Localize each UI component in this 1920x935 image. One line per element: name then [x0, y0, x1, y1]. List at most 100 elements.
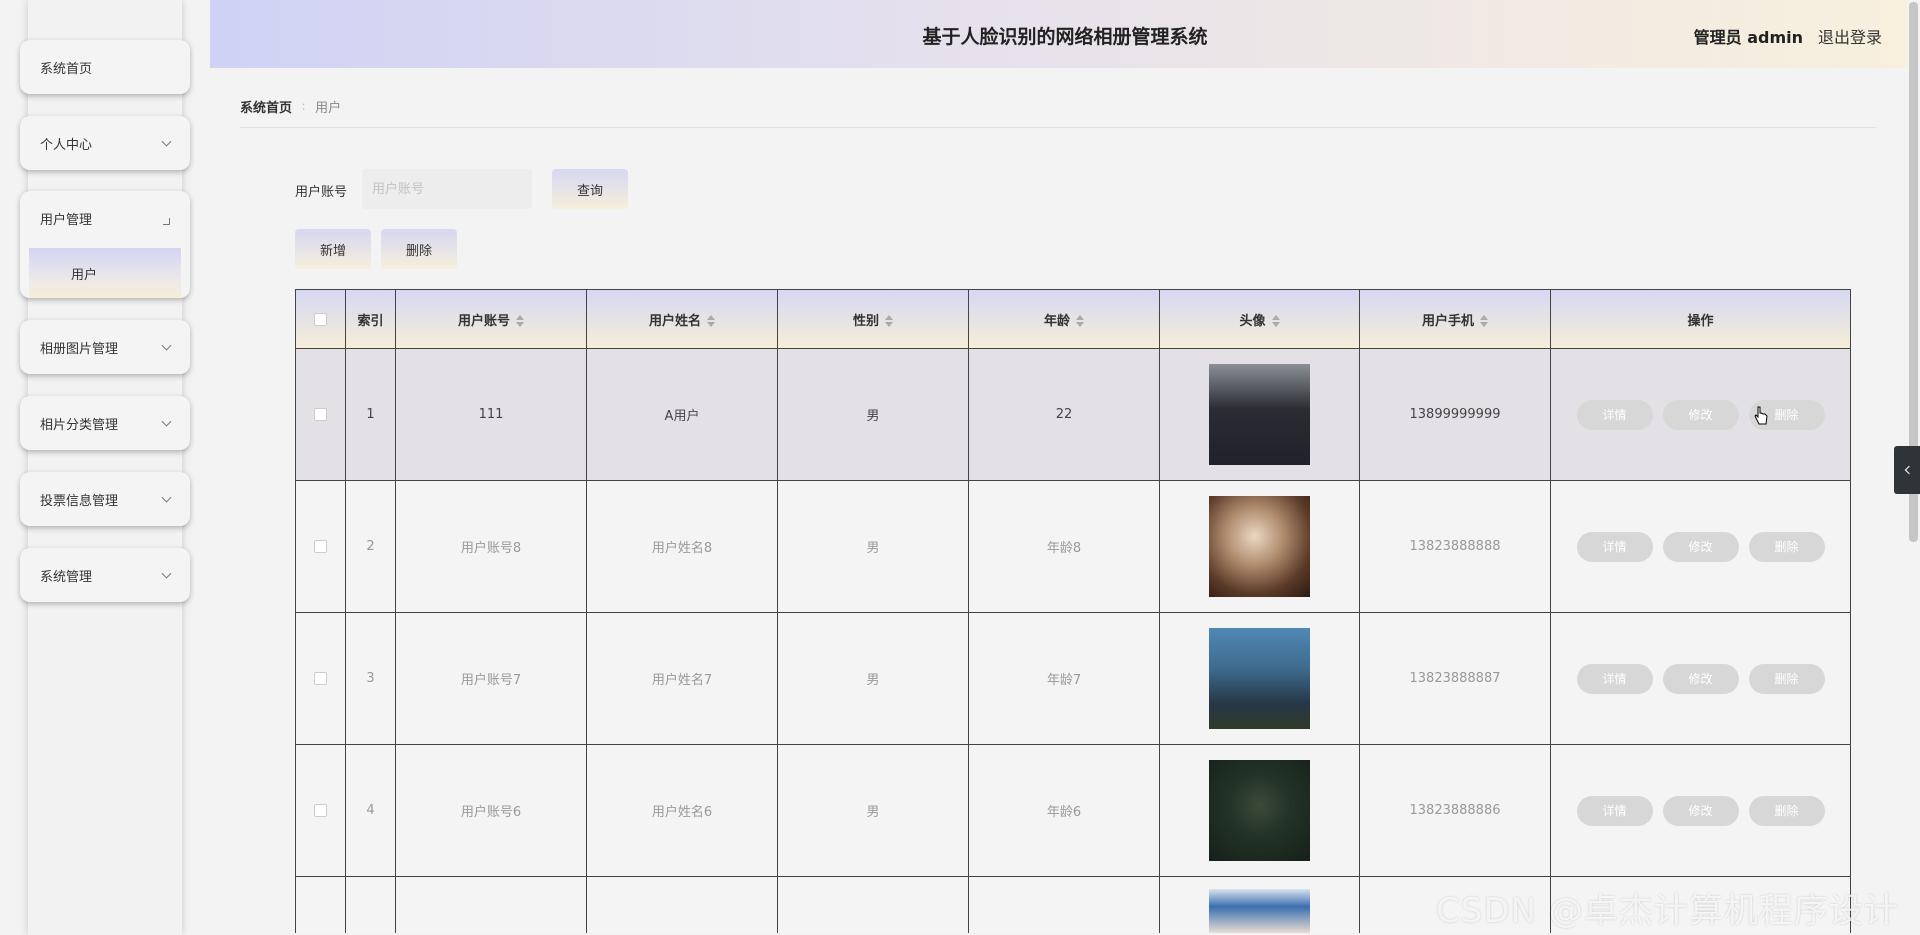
cell-actions: 详情 修改 删除 — [1550, 744, 1851, 877]
sidebar-item-label: 投票信息管理 — [40, 493, 119, 509]
user-table: 索引 用户账号 用户姓名 性别 年龄 头像 用户手机 操作 1 111 A用户 … — [295, 289, 1851, 933]
row-checkbox[interactable] — [314, 804, 327, 817]
header-label: 性别 — [852, 313, 879, 329]
header-select-all[interactable] — [295, 289, 346, 349]
edit-button[interactable]: 修改 — [1662, 795, 1739, 826]
cell-age: 年龄8 — [968, 480, 1160, 613]
watermark: CSDN @卓杰计算机程序设计 — [1436, 891, 1899, 931]
sort-icon[interactable] — [1076, 315, 1084, 327]
header-phone[interactable]: 用户手机 — [1359, 289, 1551, 349]
top-header: 基于人脸识别的网络相册管理系统 管理员 admin 退出登录 — [210, 0, 1920, 68]
breadcrumb-home[interactable]: 系统首页 — [240, 97, 292, 116]
edit-button[interactable]: 修改 — [1662, 399, 1739, 430]
cell-name: 用户姓名6 — [586, 744, 778, 877]
row-checkbox[interactable] — [314, 408, 327, 421]
header-name[interactable]: 用户姓名 — [586, 289, 778, 349]
header-gender[interactable]: 性别 — [777, 289, 969, 349]
chevron-left-icon — [1904, 465, 1913, 475]
cell-age: 年龄6 — [968, 744, 1160, 877]
avatar[interactable] — [1209, 628, 1310, 729]
chevron-down-icon — [161, 568, 172, 579]
cell-phone: 13823888886 — [1359, 744, 1551, 877]
divider — [240, 127, 1876, 128]
header-actions: 操作 — [1550, 289, 1851, 349]
avatar[interactable] — [1209, 496, 1310, 597]
cell-gender: 男 — [777, 744, 969, 877]
chevron-down-icon — [161, 340, 172, 351]
account-search-input[interactable] — [362, 169, 532, 209]
cell-avatar — [1159, 480, 1360, 613]
breadcrumb: 系统首页 ∶ 用户 — [240, 97, 342, 117]
cell-index: 2 — [345, 480, 396, 613]
edit-button[interactable]: 修改 — [1662, 531, 1739, 562]
cell-phone: 13823888887 — [1359, 612, 1551, 745]
delete-button[interactable]: 删除 — [1748, 531, 1825, 562]
header-label: 用户姓名 — [648, 313, 701, 329]
cell-avatar — [1159, 348, 1360, 481]
cell-gender: 男 — [777, 348, 969, 481]
detail-button[interactable]: 详情 — [1576, 399, 1653, 430]
sidebar-item-album-images[interactable]: 相册图片管理 — [20, 320, 190, 374]
cell-gender: 男 — [777, 480, 969, 613]
cell-actions: 详情 修改 删除 — [1550, 348, 1851, 481]
cell-name: 用户姓名7 — [586, 612, 778, 745]
cell-actions: 详情 修改 删除 — [1550, 612, 1851, 745]
delete-button[interactable]: 删除 — [1748, 795, 1825, 826]
chevron-down-icon — [161, 136, 172, 147]
search-label: 用户账号 — [295, 185, 348, 200]
page-title: 基于人脸识别的网络相册管理系统 — [922, 26, 1208, 48]
header-label: 年龄 — [1043, 313, 1070, 329]
cell-account: 111 — [395, 348, 587, 481]
header-account[interactable]: 用户账号 — [395, 289, 587, 349]
select-all-checkbox[interactable] — [314, 312, 327, 326]
sort-icon[interactable] — [707, 315, 715, 327]
cell-index: 1 — [345, 348, 396, 481]
table-row: 1 111 A用户 男 22 13899999999 详情 修改 删除 — [295, 348, 1851, 481]
logout-link[interactable]: 退出登录 — [1818, 24, 1882, 48]
header-age[interactable]: 年龄 — [968, 289, 1160, 349]
sort-icon[interactable] — [516, 315, 524, 327]
table-row: 3 用户账号7 用户姓名7 男 年龄7 13823888887 详情 修改 删除 — [295, 612, 1851, 745]
collapse-panel-button[interactable] — [1894, 446, 1920, 494]
header-avatar[interactable]: 头像 — [1159, 289, 1360, 349]
sidebar-item-label: 个人中心 — [40, 137, 93, 153]
sidebar-item-photo-category[interactable]: 相片分类管理 — [20, 396, 190, 450]
sort-icon[interactable] — [885, 315, 893, 327]
avatar[interactable] — [1209, 889, 1310, 933]
sidebar-subitem-label: 用户 — [71, 267, 98, 283]
row-checkbox[interactable] — [314, 672, 327, 685]
current-user: 管理员 admin — [1693, 28, 1803, 47]
sidebar-item-home[interactable]: 系统首页 — [20, 40, 190, 94]
add-button[interactable]: 新增 — [295, 229, 371, 269]
delete-button[interactable]: 删除 — [1748, 663, 1825, 694]
detail-button[interactable]: 详情 — [1576, 663, 1653, 694]
sidebar-item-user-management[interactable]: 用户管理 用户 — [20, 191, 190, 298]
header-index: 索引 — [345, 289, 396, 349]
query-button[interactable]: 查询 — [552, 169, 628, 209]
sidebar-item-label: 相片分类管理 — [40, 417, 119, 433]
sort-icon[interactable] — [1480, 315, 1488, 327]
avatar[interactable] — [1209, 364, 1310, 465]
sidebar-item-label: 系统管理 — [40, 569, 93, 585]
sidebar-item-system-management[interactable]: 系统管理 — [20, 548, 190, 602]
row-checkbox[interactable] — [314, 540, 327, 553]
sidebar-subitem-user[interactable]: 用户 — [29, 248, 181, 298]
cell-index: 3 — [345, 612, 396, 745]
sidebar-item-vote-info[interactable]: 投票信息管理 — [20, 472, 190, 526]
edit-button[interactable]: 修改 — [1662, 663, 1739, 694]
header-label: 头像 — [1239, 313, 1266, 329]
cell-age: 年龄7 — [968, 612, 1160, 745]
header-label: 操作 — [1687, 313, 1714, 329]
sidebar-item-label: 系统首页 — [40, 61, 93, 77]
avatar[interactable] — [1209, 760, 1310, 861]
table-row: 2 用户账号8 用户姓名8 男 年龄8 13823888888 详情 修改 删除 — [295, 480, 1851, 613]
breadcrumb-current: 用户 — [315, 101, 342, 116]
batch-delete-button[interactable]: 删除 — [381, 229, 457, 269]
sort-icon[interactable] — [1271, 315, 1280, 327]
detail-button[interactable]: 详情 — [1576, 531, 1653, 562]
sidebar-item-personal-center[interactable]: 个人中心 — [20, 116, 190, 170]
detail-button[interactable]: 详情 — [1576, 795, 1653, 826]
cell-account: 用户账号7 — [395, 612, 587, 745]
breadcrumb-separator: ∶ — [302, 99, 306, 114]
cell-name: 用户姓名8 — [586, 480, 778, 613]
